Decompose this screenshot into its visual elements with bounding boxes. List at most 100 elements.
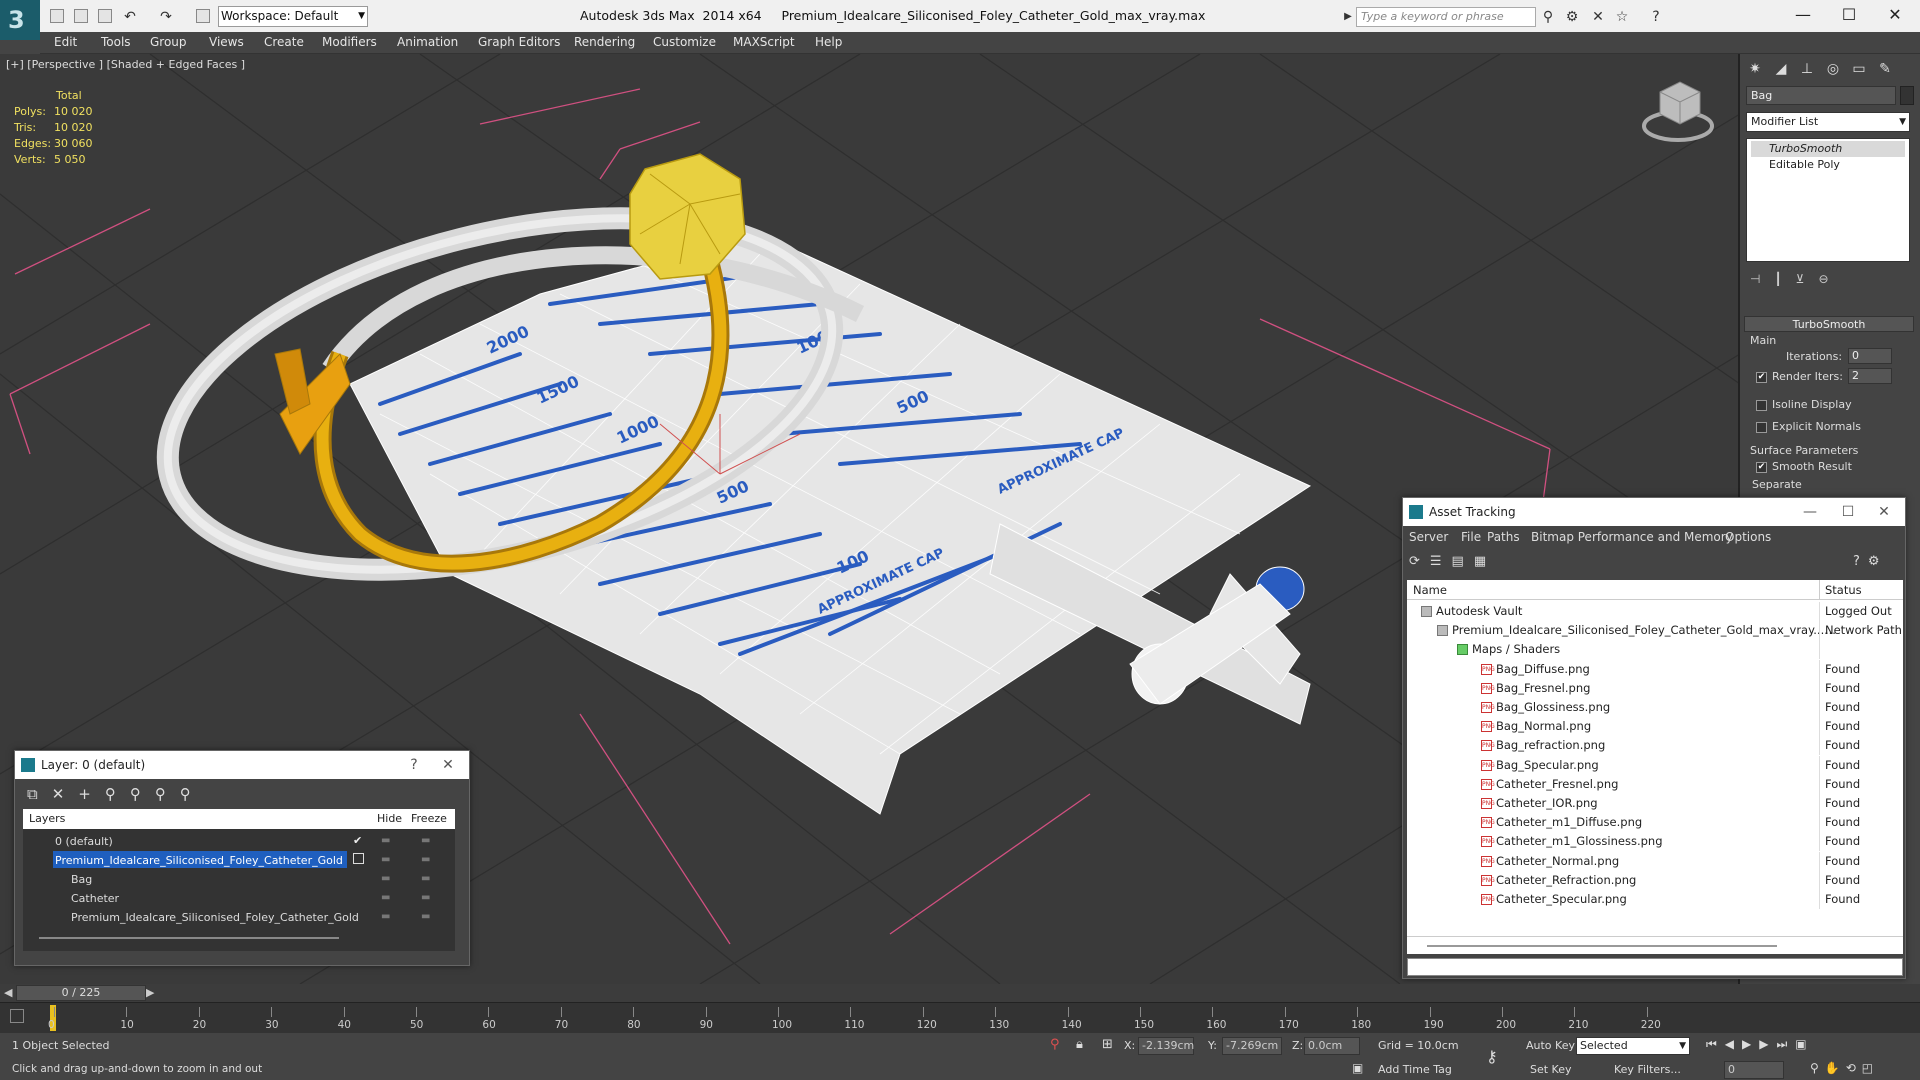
asset-row[interactable]: PNG Catheter_m1_Diffuse.png Found <box>1407 813 1903 833</box>
hide-toggle[interactable]: ▬ <box>381 850 397 869</box>
col-name[interactable]: Name <box>1413 583 1447 597</box>
menu-modifiers[interactable]: Modifiers <box>322 35 377 49</box>
asset-row[interactable]: PNG Bag_refraction.png Found <box>1407 736 1903 756</box>
time-tag-icon[interactable]: ▣ <box>1352 1061 1363 1075</box>
asset-row[interactable]: PNG Bag_Normal.png Found <box>1407 717 1903 737</box>
communication-icon[interactable]: ✕ <box>1590 9 1606 25</box>
stack-item-turbosmooth[interactable]: TurboSmooth <box>1751 141 1905 157</box>
isolate-pin-icon[interactable]: ⚲ <box>1050 1037 1060 1052</box>
utilities-tab-icon[interactable]: ✎ <box>1874 58 1896 80</box>
slider-prev-icon[interactable]: ◀ <box>4 986 12 999</box>
minimize-button[interactable]: — <box>1780 2 1826 28</box>
layer-row[interactable]: Premium_Idealcare_Siliconised_Foley_Cath… <box>23 850 455 869</box>
asset-help-icons[interactable]: ?⚙ <box>1853 554 1903 574</box>
track-bar[interactable]: 0 10 20 30 40 50 60 70 80 90 100 110 120 130 140 150 160… <box>0 1002 1920 1032</box>
freeze-toggle[interactable]: ▬ <box>421 831 437 850</box>
menu-animation[interactable]: Animation <box>397 35 458 49</box>
horizontal-scrollbar[interactable] <box>39 937 339 939</box>
menu-maxscript[interactable]: MAXScript <box>733 35 795 49</box>
col-hide[interactable]: Hide <box>377 812 402 825</box>
set-key-button[interactable]: Set Key <box>1530 1063 1572 1076</box>
workspace-dropdown[interactable]: Workspace: Default ▼ <box>218 6 368 27</box>
render-iters-spinner[interactable]: 2 <box>1848 368 1892 384</box>
menu-tools[interactable]: Tools <box>101 35 131 49</box>
asset-row[interactable]: Premium_Idealcare_Siliconised_Foley_Cath… <box>1407 621 1903 641</box>
binoculars-icon[interactable]: ⚲ <box>1540 9 1556 25</box>
x-coordinate-field[interactable]: -2.139cm <box>1138 1037 1194 1055</box>
freeze-toggle[interactable]: ▬ <box>421 907 437 926</box>
asset-row[interactable]: PNG Catheter_Normal.png Found <box>1407 851 1903 871</box>
asset-row[interactable]: PNG Bag_Specular.png Found <box>1407 755 1903 775</box>
maximize-button[interactable]: ☐ <box>1826 2 1872 28</box>
hide-toggle[interactable]: ▬ <box>381 831 397 850</box>
add-time-tag[interactable]: Add Time Tag <box>1378 1063 1452 1076</box>
menu-help[interactable]: Help <box>815 35 842 49</box>
layer-row[interactable]: Bag ▬ ▬ <box>23 869 455 888</box>
smooth-result-checkbox[interactable]: ✔ <box>1756 462 1767 473</box>
layer-row[interactable]: Premium_Idealcare_Siliconised_Foley_Cath… <box>23 907 455 926</box>
asset-menu-file[interactable]: File <box>1461 530 1481 544</box>
minimize-icon[interactable]: — <box>1795 498 1825 526</box>
freeze-toggle[interactable]: ▬ <box>421 850 437 869</box>
asset-toolbar-icons[interactable]: ⟳☰▤▦ <box>1409 554 1529 574</box>
layer-row[interactable]: Catheter ▬ ▬ <box>23 888 455 907</box>
save-file-icon[interactable] <box>98 9 112 23</box>
menu-views[interactable]: Views <box>209 35 244 49</box>
open-file-icon[interactable] <box>74 9 88 23</box>
close-icon[interactable]: ✕ <box>433 751 463 779</box>
explicit-normals-checkbox[interactable] <box>1756 422 1767 433</box>
menu-rendering[interactable]: Rendering <box>574 35 635 49</box>
key-filters-button[interactable]: Key Filters... <box>1614 1063 1681 1076</box>
motion-tab-icon[interactable]: ◎ <box>1822 58 1844 80</box>
menu-graph-editors[interactable]: Graph Editors <box>478 35 560 49</box>
asset-row[interactable]: PNG Catheter_IOR.png Found <box>1407 794 1903 813</box>
hide-toggle[interactable]: ▬ <box>381 869 397 888</box>
isoline-checkbox[interactable] <box>1756 400 1767 411</box>
stack-item-editable-poly[interactable]: Editable Poly <box>1751 157 1905 173</box>
search-expand-icon[interactable]: ▶ <box>1340 9 1356 25</box>
menu-create[interactable]: Create <box>264 35 304 49</box>
menu-group[interactable]: Group <box>150 35 187 49</box>
modify-tab-icon[interactable]: ◢ <box>1770 58 1792 80</box>
layer-toolbar-icons[interactable]: ⧉✕+⚲⚲⚲⚲ <box>27 785 227 805</box>
object-color-swatch[interactable] <box>1900 86 1914 105</box>
asset-menu-options[interactable]: Options <box>1725 530 1771 544</box>
playback-controls[interactable]: ⏮◀▶▶⏭▣ <box>1706 1037 1916 1055</box>
hierarchy-tab-icon[interactable]: ⊥ <box>1796 58 1818 80</box>
iterations-spinner[interactable]: 0 <box>1848 348 1892 364</box>
absolute-mode-icon[interactable]: ⊞ <box>1102 1037 1113 1052</box>
mini-curve-editor-icon[interactable] <box>10 1009 24 1023</box>
hide-toggle[interactable]: ▬ <box>381 888 397 907</box>
object-name-field[interactable]: Bag <box>1746 86 1896 105</box>
asset-row[interactable]: PNG Catheter_m1_Glossiness.png Found <box>1407 832 1903 852</box>
horizontal-scrollbar[interactable] <box>1427 945 1777 947</box>
auto-key-button[interactable]: Auto Key <box>1526 1039 1575 1052</box>
stack-tools-icons[interactable]: ⊣┃⊻⊖ <box>1750 272 1910 288</box>
search-input[interactable]: Type a keyword or phrase <box>1356 7 1536 27</box>
y-coordinate-field[interactable]: -7.269cm <box>1222 1037 1282 1055</box>
asset-menu-paths[interactable]: Paths <box>1487 530 1520 544</box>
menu-edit[interactable]: Edit <box>54 35 77 49</box>
lock-icon[interactable]: 🔒︎ <box>1076 1037 1083 1052</box>
col-layers[interactable]: Layers <box>29 812 65 825</box>
hide-toggle[interactable]: ▬ <box>381 907 397 926</box>
key-icon[interactable]: ⚷ <box>1486 1047 1498 1066</box>
close-window-button[interactable]: ✕ <box>1872 2 1918 28</box>
asset-path-field[interactable] <box>1407 958 1903 976</box>
asset-row[interactable]: Autodesk Vault Logged Out ... <box>1407 602 1903 637</box>
viewcube[interactable] <box>1642 81 1714 142</box>
undo-icon[interactable]: ↶ <box>122 9 138 25</box>
project-folder-icon[interactable] <box>196 9 210 23</box>
asset-row[interactable]: PNG Bag_Glossiness.png Found <box>1407 698 1903 717</box>
asset-menu-bitmap[interactable]: Bitmap Performance and Memory <box>1531 530 1733 544</box>
asset-row[interactable]: PNG Catheter_Fresnel.png Found <box>1407 774 1903 794</box>
display-tab-icon[interactable]: ▭ <box>1848 58 1870 80</box>
asset-menu-server[interactable]: Server <box>1409 530 1448 544</box>
time-slider[interactable]: ◀ 0 / 225 ▶ <box>0 984 1920 1002</box>
col-freeze[interactable]: Freeze <box>411 812 447 825</box>
maximize-icon[interactable]: ☐ <box>1833 498 1863 526</box>
close-icon[interactable]: ✕ <box>1869 498 1899 526</box>
app-logo-icon[interactable]: 3 <box>0 0 40 40</box>
menu-customize[interactable]: Customize <box>653 35 716 49</box>
current-frame-field[interactable]: 0 <box>1724 1061 1784 1079</box>
